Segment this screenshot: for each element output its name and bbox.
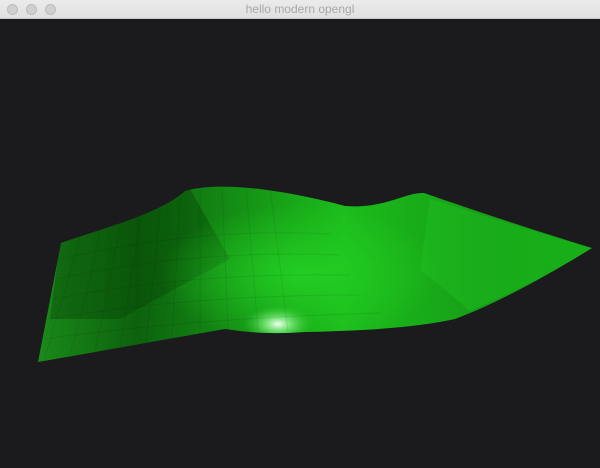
window-title: hello modern opengl — [245, 2, 355, 16]
title-bar[interactable]: hello modern opengl — [0, 0, 600, 19]
app-window: hello modern opengl — [0, 0, 600, 468]
wavy-mesh-surface — [38, 186, 592, 362]
opengl-viewport[interactable] — [0, 19, 600, 468]
